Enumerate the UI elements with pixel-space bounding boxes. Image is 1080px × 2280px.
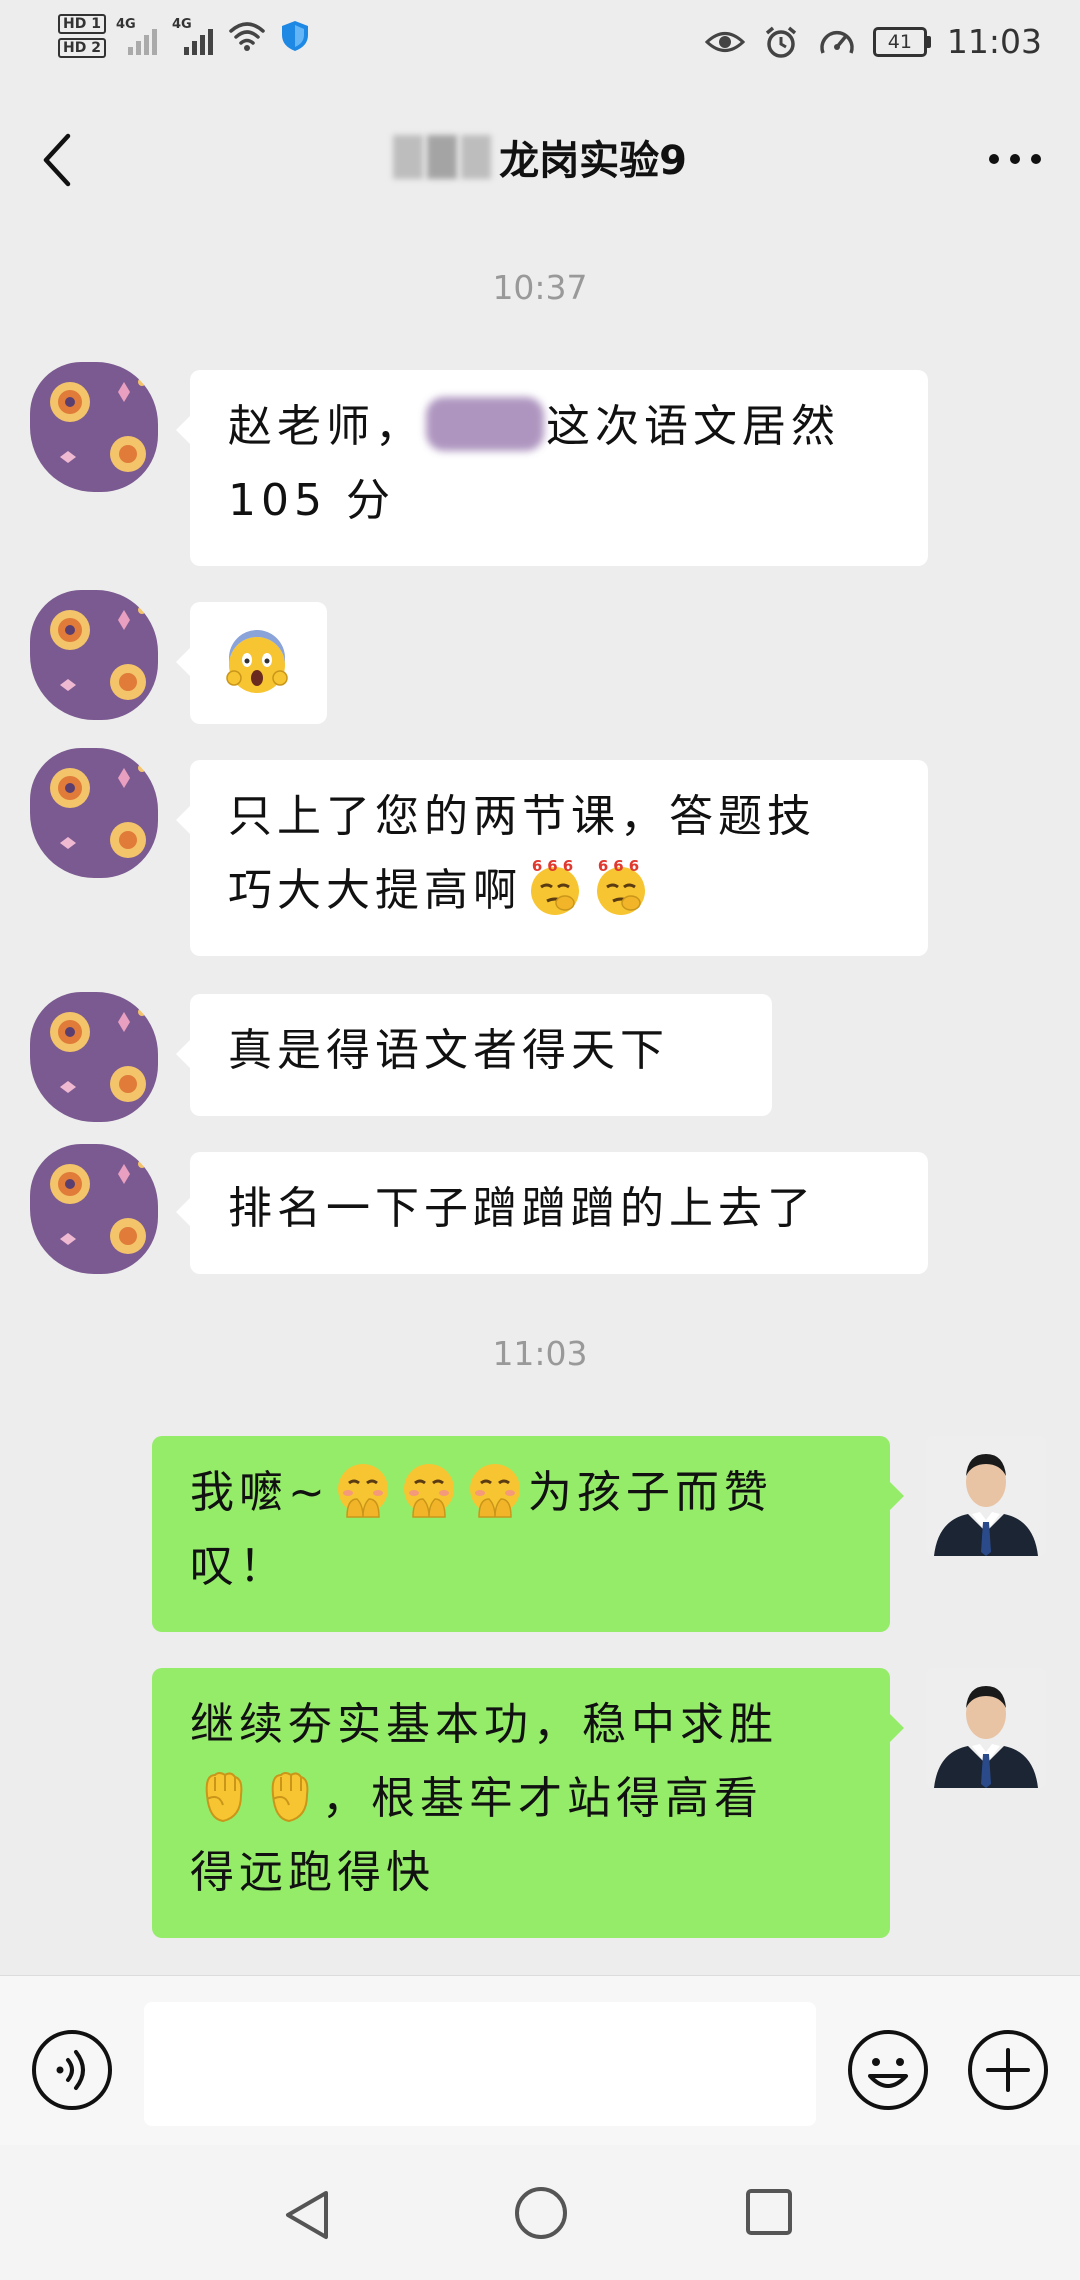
- 666-emoji: 666: [597, 857, 645, 915]
- message-text: 105 分: [228, 475, 395, 526]
- self-avatar[interactable]: [926, 1436, 1046, 1556]
- chat-title: 龙岗实验9: [499, 138, 687, 184]
- message-text: 只上了您的两节课，答题技: [228, 791, 816, 842]
- wifi-icon: [229, 22, 265, 51]
- shield-icon: [281, 21, 308, 51]
- message-bubble[interactable]: 排名一下子蹭蹭蹭的上去了: [176, 1152, 928, 1274]
- chat-header: 龙岗实验9: [0, 90, 1080, 230]
- input-bar: [0, 1975, 1080, 2145]
- raised-fist-emoji: [205, 1772, 243, 1823]
- status-time: 11:03: [946, 22, 1042, 61]
- hd-2-label: HD 2: [58, 38, 106, 58]
- blush-hands-emoji: [403, 1464, 454, 1518]
- message-bubble[interactable]: 真是得语文者得天下: [176, 994, 772, 1116]
- battery-level: 41: [872, 26, 927, 57]
- message-text: 叹！: [190, 1541, 288, 1592]
- message-text: 这次语文居然: [546, 401, 840, 452]
- message-bubble[interactable]: 只上了您的两节课，答题技 巧大大提高啊 666 666: [176, 760, 928, 956]
- signal-icon: 4G: [172, 17, 218, 55]
- contact-avatar[interactable]: [30, 1144, 158, 1274]
- speed-icon: [820, 30, 854, 54]
- message-text: 赵老师，: [228, 401, 424, 452]
- message-bubble[interactable]: 继续夯实基本功，稳中求胜 ，根基牢才站得高看 得远跑得快: [152, 1668, 904, 1938]
- message-text: 排名一下子蹭蹭蹭的上去了: [228, 1183, 816, 1234]
- contact-avatar[interactable]: [30, 992, 158, 1122]
- 666-emoji-text: 666: [598, 857, 644, 875]
- timestamp: 10:37: [492, 268, 588, 307]
- message-bubble[interactable]: 我嚒~ 为孩子而赞 叹！: [152, 1436, 904, 1632]
- message-text: 得远跑得快: [190, 1847, 435, 1898]
- profile-photo: [926, 1436, 1046, 1556]
- eye-icon: [704, 31, 745, 52]
- battery-icon: 41: [872, 26, 931, 57]
- status-bar: HD 1 HD 2 4G 4G 41 11:03: [0, 0, 1080, 90]
- contact-avatar[interactable]: [30, 590, 158, 720]
- 666-emoji-text: 666: [532, 857, 578, 875]
- message-text: 继续夯实基本功，稳中求胜: [190, 1699, 778, 1750]
- system-back-icon[interactable]: [282, 2187, 332, 2243]
- raised-fist-emoji: [271, 1772, 309, 1823]
- hd-1-label: HD 1: [58, 14, 106, 34]
- signal-icon: 4G: [116, 17, 162, 55]
- hd-icon: HD 1 HD 2: [58, 14, 106, 58]
- blush-hands-emoji: [469, 1464, 520, 1518]
- message-bubble[interactable]: 赵老师， 这次语文居然 105 分: [176, 370, 928, 566]
- more-options-icon[interactable]: [986, 146, 1044, 172]
- message-text: ，根基牢才站得高看: [322, 1773, 763, 1824]
- message-text: 为孩子而赞: [527, 1467, 773, 1518]
- timestamp: 11:03: [492, 1334, 588, 1373]
- profile-photo: [926, 1668, 1046, 1788]
- system-home-icon[interactable]: [513, 2185, 569, 2241]
- scream-emoji: [226, 630, 288, 693]
- blush-hands-emoji: [337, 1464, 388, 1518]
- emoji-picker-icon[interactable]: [846, 2028, 930, 2112]
- plus-icon[interactable]: [966, 2028, 1050, 2112]
- contact-avatar[interactable]: [30, 748, 158, 878]
- blurred-group-prefix: [393, 135, 492, 179]
- message-text: 真是得语文者得天下: [228, 1025, 669, 1076]
- system-recents-icon[interactable]: [744, 2187, 794, 2237]
- blurred-student-name: [426, 397, 544, 451]
- alarm-icon: [765, 26, 797, 58]
- system-navigation-bar: [0, 2145, 1080, 2280]
- message-text: 我嚒~: [190, 1467, 330, 1518]
- message-bubble[interactable]: [176, 602, 327, 724]
- message-text: 巧大大提高啊: [228, 865, 522, 916]
- contact-avatar[interactable]: [30, 362, 158, 492]
- 666-emoji: 666: [531, 857, 579, 915]
- self-avatar[interactable]: [926, 1668, 1046, 1788]
- message-input[interactable]: [144, 2002, 816, 2126]
- voice-input-icon[interactable]: [30, 2028, 114, 2112]
